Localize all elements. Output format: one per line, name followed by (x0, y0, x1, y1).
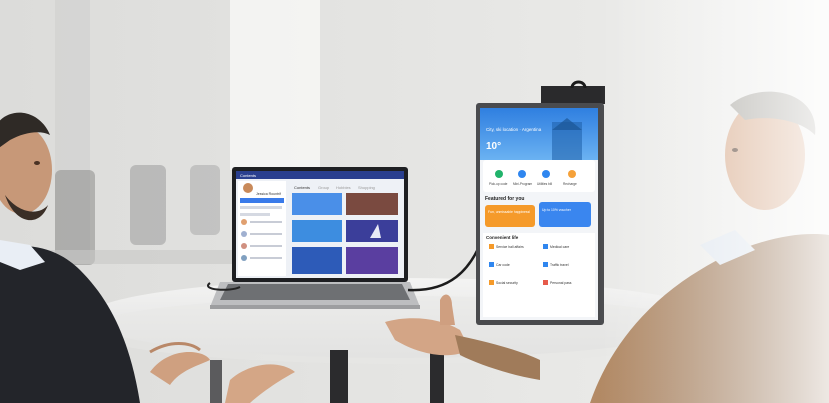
monitor-convenient-title: Convenient life (486, 235, 519, 240)
monitor-service-4: Traffic travel (550, 263, 569, 267)
monitor-service-5: Social security (496, 281, 518, 285)
laptop-tabs-text: Contents (240, 173, 256, 178)
monitor-location: City, ski location · Argentina (486, 127, 542, 132)
monitor-featured-card-1: Fun, unmissable happiness! (488, 210, 530, 214)
monitor-shortcut-4: Recharge (563, 182, 577, 186)
monitor-shortcut-2: Mini-Program (513, 182, 532, 186)
monitor-featured-title: Featured for you (485, 196, 524, 202)
laptop (210, 167, 420, 309)
laptop-tab-contents: Contents (294, 185, 310, 190)
monitor-featured-card-2: Up to 10% voucher (542, 208, 572, 212)
portable-monitor (476, 80, 605, 325)
monitor-shortcut-3: Utilities bill (537, 182, 552, 186)
laptop-tab-shopping: Shopping (358, 185, 375, 190)
laptop-tab-group: Group (318, 185, 330, 190)
monitor-service-3: Car code (496, 263, 510, 267)
photo-scene: Contents Jessica Rountrif Contents Group… (0, 0, 829, 403)
monitor-service-1: Service hall affairs (496, 245, 524, 249)
monitor-service-2: Medical care (550, 245, 569, 249)
laptop-profile-name: Jessica Rountrif (256, 192, 281, 196)
monitor-shortcut-1: Pick-up code (489, 182, 508, 186)
scene-illustration: Contents Jessica Rountrif Contents Group… (0, 0, 829, 403)
monitor-temperature: 10° (486, 141, 501, 152)
laptop-tab-hobbies: Hobbies (336, 185, 351, 190)
right-fade-overlay (600, 0, 829, 403)
monitor-service-6: Personal pass (550, 281, 572, 285)
